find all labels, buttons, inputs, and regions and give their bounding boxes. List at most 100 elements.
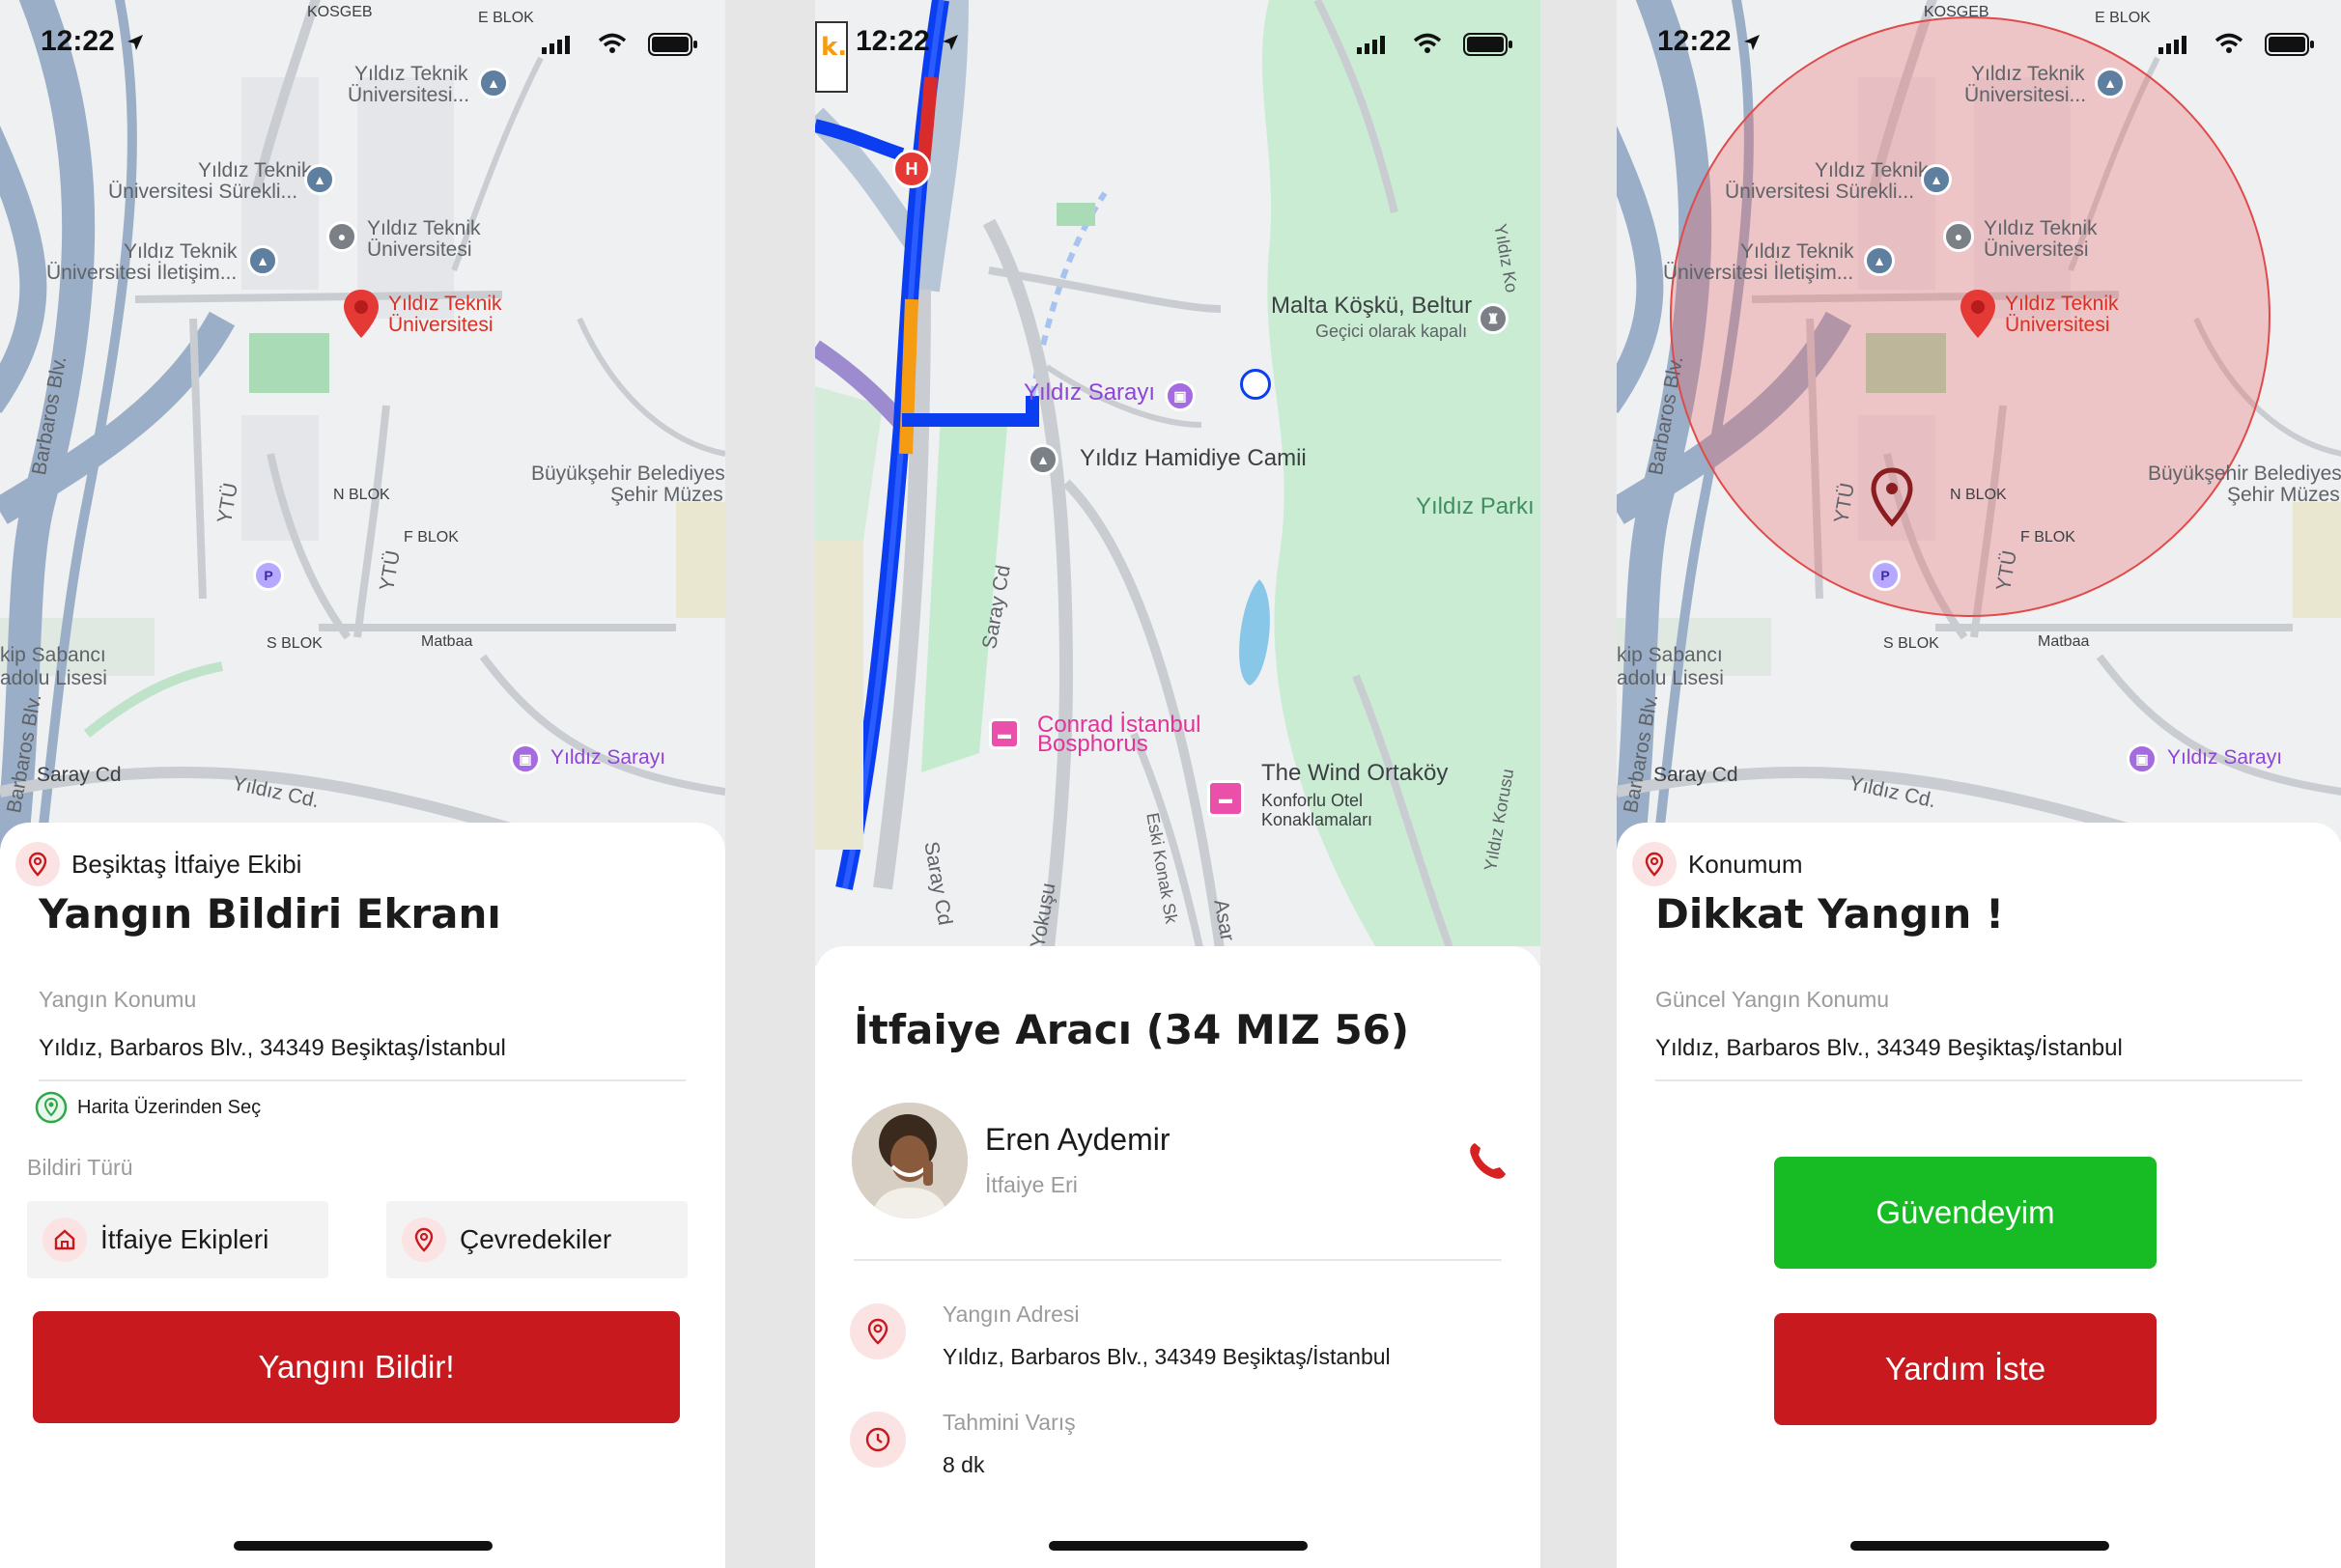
palace-icon[interactable]: ▣	[2127, 743, 2158, 774]
map-pin-icon[interactable]	[342, 288, 381, 340]
driver-photo	[852, 1103, 968, 1218]
map-roads	[815, 0, 1540, 966]
vehicle-tracking-screen: k. H ♜ Malta Köşkü, Beltur Geçici olarak…	[815, 0, 1540, 1568]
map-label-matbaa: Matbaa	[421, 633, 473, 650]
map-label-pin-1b: Üniversitesi	[2005, 314, 2110, 336]
battery-icon	[648, 33, 697, 56]
landmark-icon[interactable]: ♜	[1478, 303, 1509, 334]
home-indicator[interactable]	[1048, 1541, 1308, 1551]
user-location-pin-icon	[1871, 467, 1913, 527]
map-label-saray-cd: Saray Cd	[37, 764, 122, 786]
my-location[interactable]: Konumum	[1632, 842, 1803, 886]
report-type-label: Bildiri Türü	[27, 1155, 133, 1180]
map-label-sabanci-1: kip Sabancı	[0, 644, 106, 666]
map-label-bb-2: Şehir Müzes	[2227, 484, 2340, 506]
danger-zone-map[interactable]: KOSGEB E BLOK Yıldız Teknik Üniversitesi…	[1617, 0, 2341, 869]
route-map[interactable]: k. H ♜ Malta Köşkü, Beltur Geçici olarak…	[815, 0, 1540, 966]
map-label-ytu-3: Yıldız Teknik	[367, 217, 481, 239]
university-icon[interactable]: ▲	[478, 68, 509, 98]
driver-name: Eren Aydemir	[985, 1122, 1170, 1157]
map-label-wind-1: The Wind Ortaköy	[1261, 760, 1449, 786]
hospital-icon[interactable]: H	[892, 150, 931, 188]
map-label-s-blok: S BLOK	[1883, 635, 1939, 652]
university-icon[interactable]: ▲	[304, 164, 335, 195]
hotel-icon[interactable]: ▬	[989, 718, 1020, 749]
fire-location-field[interactable]: Yıldız, Barbaros Blv., 34349 Beşiktaş/İs…	[39, 1035, 686, 1081]
landmark-icon[interactable]: ●	[326, 221, 357, 252]
map-label-ytu-1b: Üniversitesi...	[1964, 84, 2087, 106]
map-label-kosgeb: KOSGEB	[307, 4, 373, 20]
parking-icon[interactable]: P	[1870, 560, 1901, 591]
clock: 12:22	[41, 25, 115, 57]
location-pin-icon	[850, 1303, 906, 1359]
map-label-malta-1: Malta Köşkü, Beltur	[1271, 293, 1473, 319]
driver-role: İtfaiye Eri	[985, 1172, 1078, 1197]
map-pin-icon[interactable]	[1959, 288, 1997, 340]
wifi-icon	[1413, 33, 1442, 53]
home-indicator[interactable]	[233, 1541, 493, 1551]
campus-map[interactable]: KOSGEB E BLOK Yıldız Teknik Üniversitesi…	[0, 0, 725, 869]
map-label-bb-1: Büyükşehir Belediyes	[531, 462, 725, 485]
hotel-icon[interactable]: ▬	[1207, 780, 1244, 817]
palace-icon[interactable]: ▣	[1165, 380, 1196, 411]
clock: 12:22	[1657, 25, 1732, 57]
signal-icon	[2158, 36, 2186, 54]
page-title: Dikkat Yangın !	[1655, 890, 2005, 938]
university-icon[interactable]: ▲	[1864, 245, 1895, 276]
map-label-pin-1b: Üniversitesi	[388, 314, 494, 336]
current-fire-location-field[interactable]: Yıldız, Barbaros Blv., 34349 Beşiktaş/İs…	[1655, 1035, 2302, 1081]
location-pin-icon	[402, 1218, 446, 1262]
report-panel: Beşiktaş İtfaiye Ekibi Yangın Bildiri Ek…	[0, 823, 725, 1568]
clock: 12:22	[856, 25, 930, 57]
team-location-label: Beşiktaş İtfaiye Ekibi	[71, 849, 302, 879]
map-label-sabanci-1: kip Sabancı	[1617, 644, 1723, 666]
my-location-label: Konumum	[1688, 849, 1803, 879]
vehicle-panel: İtfaiye Aracı (34 MIZ 56) Eren Aydemir İ…	[815, 946, 1540, 1568]
map-label-conrad-2: Bosphorus	[1037, 731, 1148, 757]
university-icon[interactable]: ▲	[1921, 164, 1952, 195]
ask-for-help-button[interactable]: Yardım İste	[1774, 1313, 2157, 1425]
nearby-people-option[interactable]: Çevredekiler	[386, 1201, 688, 1278]
map-label-pin-1: Yıldız Teknik	[2005, 293, 2119, 315]
map-roads	[1617, 0, 2341, 869]
phone-icon[interactable]	[1465, 1139, 1508, 1182]
landmark-icon[interactable]: ●	[1943, 221, 1974, 252]
map-roads	[0, 0, 725, 869]
alert-panel: Konumum Dikkat Yangın ! Güncel Yangın Ko…	[1617, 823, 2341, 1568]
map-label-n-blok: N BLOK	[333, 487, 390, 503]
map-label-ytu-4b: Üniversitesi İletişim...	[1663, 262, 1854, 284]
mosque-icon[interactable]: ▲	[1028, 444, 1058, 475]
nearby-people-label: Çevredekiler	[460, 1224, 612, 1254]
map-label-ytu-4: Yıldız Teknik	[124, 240, 238, 263]
page-title: Yangın Bildiri Ekranı	[39, 890, 501, 938]
fire-location-label: Yangın Konumu	[39, 987, 197, 1012]
clock-icon	[850, 1412, 906, 1468]
map-label-yildiz-sarayi: Yıldız Sarayı	[1024, 379, 1156, 406]
avatar[interactable]	[852, 1103, 968, 1218]
map-label-bb-1: Büyükşehir Belediyes	[2148, 462, 2341, 485]
map-label-ytu-2b: Üniversitesi Sürekli...	[1725, 181, 1915, 203]
signal-icon	[1357, 36, 1385, 54]
location-pin-icon	[1632, 842, 1677, 886]
safe-button[interactable]: Güvendeyim	[1774, 1157, 2157, 1269]
map-label-ytu-3: Yıldız Teknik	[1984, 217, 2098, 239]
palace-icon[interactable]: ▣	[510, 743, 541, 774]
select-on-map-link[interactable]: Harita Üzerinden Seç	[35, 1091, 261, 1124]
map-label-ytu-2: Yıldız Teknik	[198, 159, 312, 182]
report-fire-button[interactable]: Yangını Bildir!	[33, 1311, 680, 1423]
university-icon[interactable]: ▲	[247, 245, 278, 276]
vehicle-title: İtfaiye Aracı (34 MIZ 56)	[854, 1006, 1410, 1053]
wifi-icon	[2214, 33, 2243, 53]
battery-icon	[2265, 33, 2314, 56]
parking-icon[interactable]: P	[253, 560, 284, 591]
team-location[interactable]: Beşiktaş İtfaiye Ekibi	[15, 842, 301, 886]
map-label-matbaa: Matbaa	[2038, 633, 2090, 650]
current-fire-location-label: Güncel Yangın Konumu	[1655, 987, 1890, 1012]
university-icon[interactable]: ▲	[2095, 68, 2126, 98]
map-label-ytu-1b: Üniversitesi...	[348, 84, 470, 106]
fire-teams-option[interactable]: İtfaiye Ekipleri	[27, 1201, 328, 1278]
home-indicator[interactable]	[1849, 1541, 2109, 1551]
map-label-kosgeb: KOSGEB	[1924, 4, 1989, 20]
home-icon	[42, 1218, 87, 1262]
map-label-wind-3: Konaklamaları	[1261, 810, 1373, 829]
